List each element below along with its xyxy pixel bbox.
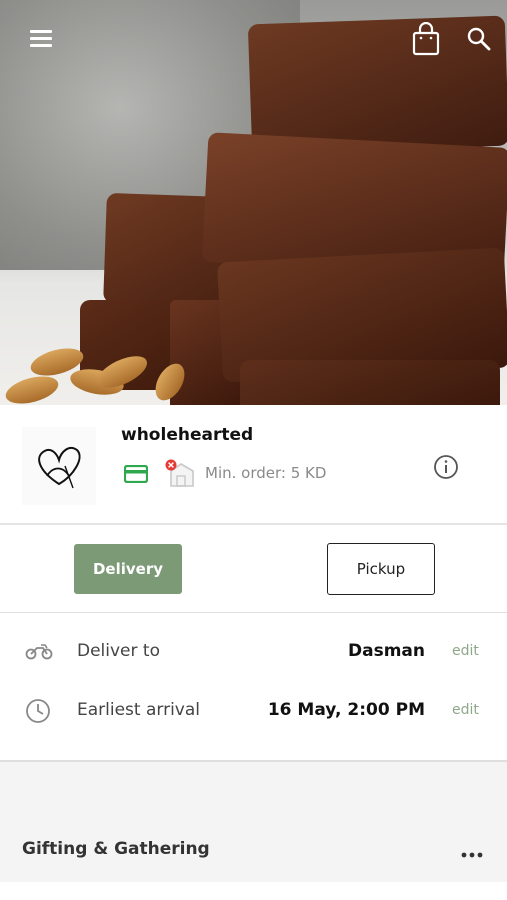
edit-location-link[interactable]: edit [452,643,479,659]
store-info-panel: wholehearted Min. order: 5 KD [0,405,507,525]
earliest-arrival-label: Earliest arrival [77,700,201,720]
info-icon[interactable] [433,454,459,484]
deliver-to-row[interactable]: Deliver to Dasman edit [0,623,507,681]
more-options-icon[interactable] [461,844,483,863]
shopping-bag-icon[interactable] [412,21,440,60]
bottom-spacer [0,882,507,900]
min-order-text: Min. order: 5 KD [205,464,327,482]
menu-icon[interactable] [30,30,52,48]
hero-banner-image [0,0,507,405]
search-icon[interactable] [466,26,492,56]
category-title: Gifting & Gathering [22,839,210,859]
edit-arrival-link[interactable]: edit [452,702,479,718]
store-name: wholehearted [121,425,254,445]
store-logo[interactable] [22,427,96,505]
brownie-shape [240,360,500,405]
earliest-arrival-row[interactable]: Earliest arrival 16 May, 2:00 PM edit [0,682,507,740]
category-header[interactable]: Gifting & Gathering [0,818,507,882]
earliest-arrival-value: 16 May, 2:00 PM [267,700,425,720]
deliver-to-label: Deliver to [77,641,160,661]
delivery-button[interactable]: Delivery [74,544,182,594]
clock-icon [25,698,51,728]
store-closed-icon [165,459,197,493]
order-mode-selector: Delivery Pickup [0,525,507,613]
almond-shape [2,371,62,405]
deliver-to-value: Dasman [348,641,425,661]
pickup-button[interactable]: Pickup [327,543,435,595]
card-icon [123,464,149,487]
motorbike-icon [25,639,53,667]
